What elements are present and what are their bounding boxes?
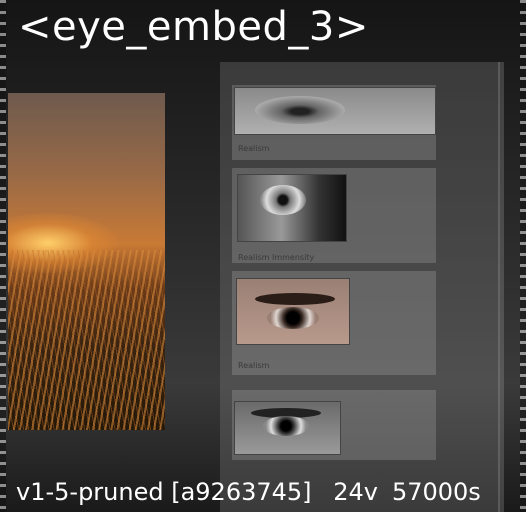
eye-thumbnail — [234, 401, 341, 455]
gallery-scrollbar[interactable] — [498, 62, 504, 512]
left-border — [0, 0, 6, 512]
model-info: v1-5-pruned [a9263745] 24v 57000s — [16, 478, 495, 506]
eye-thumbnail — [237, 174, 347, 242]
right-border — [520, 0, 526, 512]
step-count: 57000s — [391, 478, 481, 506]
vector-count: 24v — [333, 478, 378, 506]
eye-thumbnail — [236, 278, 350, 345]
eye-thumbnail — [234, 87, 436, 135]
card-caption: Realism — [238, 144, 270, 153]
embedding-title: <eye_embed_3> — [18, 4, 369, 50]
card-caption: Realism Immensity — [238, 253, 315, 262]
card-caption: Realism — [238, 361, 270, 370]
model-name: v1-5-pruned [a9263745] — [16, 478, 312, 506]
sunset-grass-image — [8, 93, 165, 430]
preview-frame: <eye_embed_3> Realism Realism Immensity … — [0, 0, 526, 512]
